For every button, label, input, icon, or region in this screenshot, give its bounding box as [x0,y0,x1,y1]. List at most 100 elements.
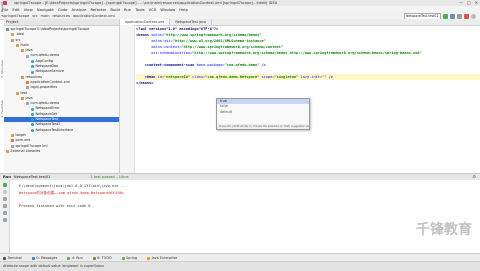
menu-tools[interactable]: Tools [135,7,144,12]
tool-window-icon [67,256,71,260]
editor-area: applicationContext.xml NetspaceTest.java … [120,19,480,173]
bottom-tab-label: 6: TODO [97,256,112,260]
menu-build[interactable]: Build [110,7,120,12]
code-token: "com.qfedu.demo.Netspace" [205,75,260,79]
code-token: <bean [136,75,158,79]
run-config-label[interactable]: NetspaceTest.test01 [14,175,51,179]
editor-tabs: applicationContext.xml NetspaceTest.java [120,19,480,26]
menu-view[interactable]: View [24,7,33,12]
menu-code[interactable]: Code [58,7,68,12]
folder-icon [11,38,14,42]
menu-run[interactable]: Run [124,7,131,12]
code-token: <?xml version="1.0" encoding="UTF-8"?> [136,27,219,31]
run-panel-title: Run [3,175,11,179]
xml-icon [26,81,29,85]
bottom-tab[interactable]: 6: TODO [92,256,112,260]
scroll-to-end-icon[interactable] [2,204,7,208]
project-tree: springdi7scope E:\IdeaProjects\springdi7… [4,26,119,154]
code-token: <context:component-scan [136,63,197,67]
java-class-icon [31,65,34,69]
breadcrumb-item[interactable]: main [41,14,50,18]
java-class-icon [31,118,34,122]
menu-analyze[interactable]: Analyze [72,7,87,12]
completion-hint: Press Ctrl+Shift+Enter to choose the sel… [217,124,309,129]
completion-popup: true false default Press Ctrl+Shift+Enter … [216,98,310,130]
code-line: </beans> [136,80,480,86]
code-view[interactable]: <?xml version="1.0" encoding="UTF-8"?> <b… [136,26,480,86]
java-class-icon [31,112,34,116]
bottom-tab[interactable]: Spring [121,256,138,260]
code-token: "http://www.w3.org/2001/XMLSchema-instan… [172,39,266,43]
code-token: "http://www.springframework.org/schema/c… [181,45,284,49]
tree-item[interactable]: External Libraries [4,149,119,154]
completion-item[interactable]: default [217,110,309,115]
java-class-icon [31,107,34,111]
folder-icon [11,134,14,138]
folder-icon [6,149,9,153]
menu-window[interactable]: Window [160,7,175,12]
folder-icon [21,75,24,79]
file-icon [26,86,29,90]
pause-icon[interactable] [2,197,7,201]
package-icon [26,102,29,106]
project-panel-title: Project [6,20,19,24]
file-icon [11,144,14,148]
stop-icon[interactable] [2,190,7,194]
java-class-icon [31,123,34,127]
run-toolbar [0,180,10,253]
code-token: scope= [259,75,275,79]
console-line: Process finished with exit code 0 [19,203,91,208]
bottom-tab-label: Spring [126,256,138,260]
bottom-tab-label: 4: Run [71,256,83,260]
code-token: <beans [136,33,152,37]
code-token: "http://www.springframework.org/schema/b… [192,51,422,55]
menu-refactor[interactable]: Refactor [90,7,106,12]
code-token: xmlns:xsi= [136,39,173,43]
code-token: /> [259,63,266,67]
code-token: "http://www.springframework.org/schema/b… [164,33,262,37]
watermark-logo: 千锋教育 [416,222,472,238]
tool-window-icon [147,256,151,260]
bottom-tab[interactable]: Terminal [3,256,22,260]
code-token: "singleton" [274,75,299,79]
bottom-tab[interactable]: 0: Messages [31,256,58,260]
menu-edit[interactable]: Edit [12,7,19,12]
xml-icon [11,139,14,143]
bottom-tab-label: 0: Messages [36,256,58,260]
code-token: /> [326,75,333,79]
tool-window-icon [121,256,125,260]
bottom-tab[interactable]: Java Enterprise [147,256,177,260]
print-icon[interactable] [2,211,7,215]
code-token: lazy-init="" [298,75,327,79]
bottom-tab[interactable]: 4: Run [67,256,83,260]
run-panel: E:\developement\java\jdk1.8.0_131\bin\ja… [0,180,480,253]
tool-window-icon [92,256,96,260]
console-output[interactable]: E:\developement\java\jdk1.8.0_131\bin\ja… [19,183,480,209]
menu-vcs[interactable]: VCS [149,7,157,12]
breadcrumb-item[interactable]: springdi7scope [2,14,29,18]
code-token: </beans> [136,81,154,85]
code-token: class= [190,75,206,79]
rerun-icon[interactable] [2,183,7,187]
code-token: "com.qfedu.demo" [224,63,260,67]
java-class-icon [31,59,34,63]
project-tool-tab[interactable]: 1: Project [0,2,4,16]
editor-tab[interactable]: NetspaceTest.java [170,19,213,25]
folder-icon [16,44,19,48]
code-token: xsi:schemaLocation= [136,51,193,55]
package-icon [26,54,29,58]
java-class-icon [31,128,34,132]
test-status-badge: 1 test passed – 14ms [90,175,129,179]
tree-item-label: log4j.properties [30,85,58,90]
folder-icon [16,91,19,95]
menu-help[interactable]: Help [179,7,188,12]
trash-icon[interactable] [2,218,7,222]
editor-gutter [120,25,135,173]
menu-navigate[interactable]: Navigate [37,7,54,12]
breadcrumb-item[interactable]: applicationContext.xml [73,14,115,18]
breadcrumb-item[interactable]: src [32,14,37,18]
breadcrumb-item[interactable]: resources [53,14,70,18]
code-token: base-package= [196,63,225,67]
java-class-icon [31,70,34,74]
tree-item-label: External Libraries [10,148,41,153]
